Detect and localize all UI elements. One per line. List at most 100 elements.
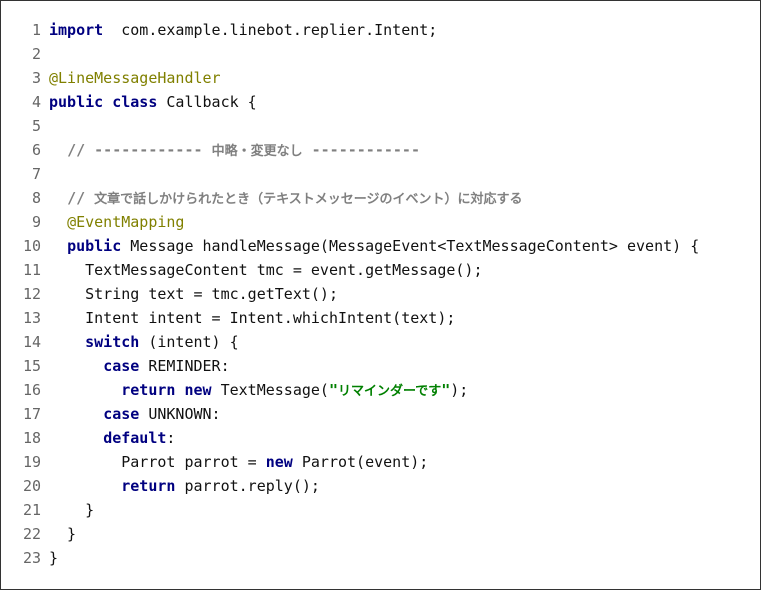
code-token: parrot.reply();: [175, 477, 320, 495]
code-text: case REMINDER:: [49, 354, 230, 378]
keyword-token: return: [121, 381, 176, 399]
line-number: 13: [22, 309, 41, 327]
annotation-token: @EventMapping: [67, 213, 185, 231]
code-text: // 文章で話しかけられたとき（テキストメッセージのイベント）に対応する: [49, 186, 523, 212]
code-line: 3 @LineMessageHandler: [1, 66, 760, 90]
code-panel: 1 import com.example.linebot.replier.Inte…: [0, 0, 761, 590]
line-number: 15: [22, 357, 41, 375]
comment-token: // 文章で話しかけられたとき（テキストメッセージのイベント）に対応する: [67, 189, 523, 207]
line-number: 8: [31, 189, 41, 207]
line-number: 6: [31, 141, 41, 159]
code-text: default:: [49, 426, 175, 450]
annotation-token: @LineMessageHandler: [49, 69, 221, 87]
code-token: Callback {: [157, 93, 257, 111]
code-line: 1 import com.example.linebot.replier.Inte…: [1, 18, 760, 42]
line-number: 1: [31, 21, 41, 39]
code-token: );: [450, 381, 469, 399]
code-body: 1 import com.example.linebot.replier.Inte…: [1, 18, 760, 570]
code-text: }: [49, 522, 76, 546]
line-number: 21: [22, 501, 41, 519]
code-line: 17 case UNKNOWN:: [1, 402, 760, 426]
code-line: 22 }: [1, 522, 760, 546]
line-number: 7: [31, 165, 41, 183]
code-token: Parrot(event);: [292, 453, 429, 471]
code-token: Intent intent = Intent.whichIntent(text)…: [49, 309, 456, 327]
keyword-token: new: [184, 381, 212, 399]
code-token: }: [49, 501, 95, 519]
code-line: 15 case REMINDER:: [1, 354, 760, 378]
code-line: 20 return parrot.reply();: [1, 474, 760, 498]
code-text: switch (intent) {: [49, 330, 239, 354]
code-token: :: [166, 429, 176, 447]
line-number: 10: [22, 237, 41, 255]
code-line: 19 Parrot parrot = new Parrot(event);: [1, 450, 760, 474]
line-number: 16: [22, 381, 41, 399]
code-line: 7: [1, 162, 760, 186]
line-number: 2: [31, 45, 41, 63]
keyword-token: case: [103, 357, 140, 375]
code-text: case UNKNOWN:: [49, 402, 221, 426]
code-line: 14 switch (intent) {: [1, 330, 760, 354]
code-line: 9 @EventMapping: [1, 210, 760, 234]
code-text: Parrot parrot = new Parrot(event);: [49, 450, 428, 474]
line-number: 18: [22, 429, 41, 447]
line-number: 4: [31, 93, 41, 111]
code-text: }: [49, 498, 94, 522]
line-number: 23: [22, 549, 41, 567]
code-text: String text = tmc.getText();: [49, 282, 338, 306]
keyword-token: return: [121, 477, 176, 495]
code-line: 8 // 文章で話しかけられたとき（テキストメッセージのイベント）に対応する: [1, 186, 760, 210]
keyword-token: new: [265, 453, 293, 471]
line-number: 17: [22, 405, 41, 423]
code-token: TextMessage(: [211, 381, 329, 399]
code-token: }: [49, 525, 77, 543]
keyword-token: case: [103, 405, 140, 423]
keyword-token: public: [49, 93, 104, 111]
line-number: 20: [22, 477, 41, 495]
line-number: 19: [22, 453, 41, 471]
code-token: (intent) {: [139, 333, 239, 351]
code-token: Message handleMessage(MessageEvent<TextM…: [121, 237, 700, 255]
comment-token: // ------------ 中略・変更なし ------------: [67, 141, 420, 159]
code-text: import com.example.linebot.replier.Inten…: [49, 18, 437, 42]
code-text: // ------------ 中略・変更なし ------------: [49, 138, 420, 164]
code-line: 5: [1, 114, 760, 138]
code-text: }: [49, 546, 58, 570]
line-number: 11: [22, 261, 41, 279]
keyword-token: import: [49, 21, 104, 39]
code-token: UNKNOWN:: [139, 405, 221, 423]
keyword-token: class: [112, 93, 158, 111]
code-token: }: [49, 549, 59, 567]
code-text: @EventMapping: [49, 210, 184, 234]
line-number: 5: [31, 117, 41, 135]
line-number: 22: [22, 525, 41, 543]
keyword-token: switch: [85, 333, 140, 351]
code-line: 4 public class Callback {: [1, 90, 760, 114]
keyword-token: default: [103, 429, 167, 447]
code-line: 12 String text = tmc.getText();: [1, 282, 760, 306]
code-token: Parrot parrot =: [49, 453, 266, 471]
line-number: 14: [22, 333, 41, 351]
code-token: REMINDER:: [139, 357, 230, 375]
line-number: 3: [31, 69, 41, 87]
code-line: 16 return new TextMessage("リマインダーです");: [1, 378, 760, 402]
code-line: 13 Intent intent = Intent.whichIntent(te…: [1, 306, 760, 330]
code-text: Intent intent = Intent.whichIntent(text)…: [49, 306, 455, 330]
code-text: @LineMessageHandler: [49, 66, 221, 90]
code-token: TextMessageContent tmc = event.getMessag…: [49, 261, 483, 279]
line-number: 12: [22, 285, 41, 303]
code-line: 11 TextMessageContent tmc = event.getMes…: [1, 258, 760, 282]
code-text: return parrot.reply();: [49, 474, 320, 498]
code-text: public Message handleMessage(MessageEven…: [49, 234, 699, 258]
string-token: "リマインダーです": [328, 381, 451, 399]
